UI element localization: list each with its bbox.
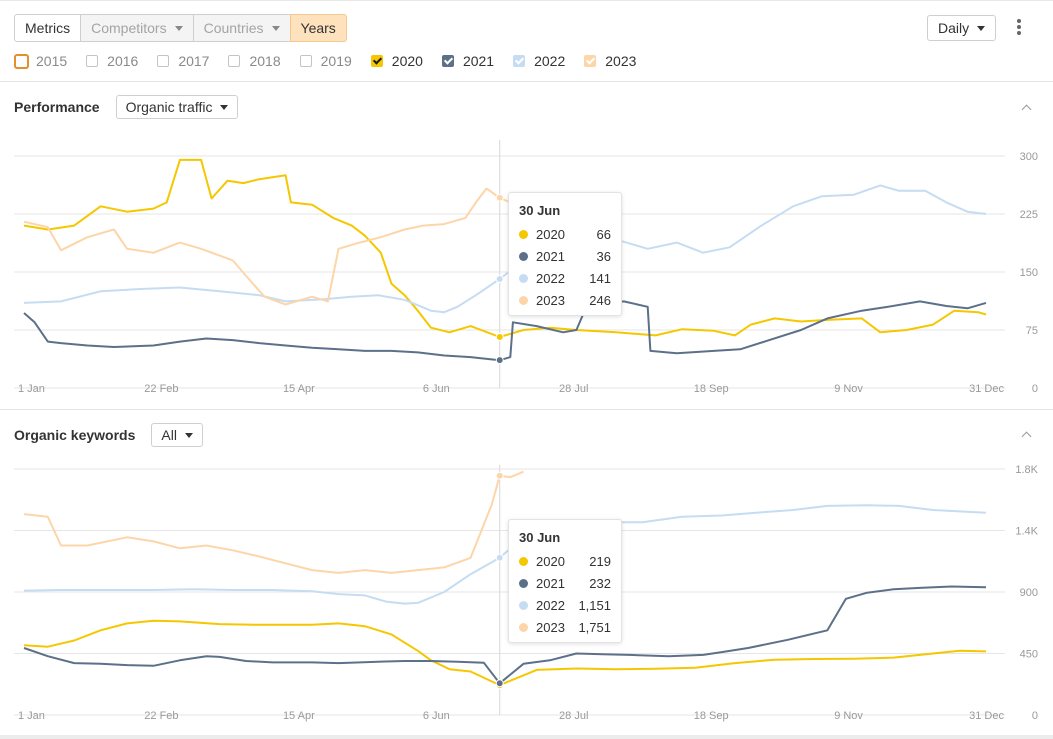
tooltip-row: 2020 66 <box>519 223 611 245</box>
year-checkbox-2018[interactable]: 2018 <box>228 53 281 69</box>
collapse-icon[interactable] <box>1022 430 1032 440</box>
year-checkbox-2016[interactable]: 2016 <box>86 53 138 69</box>
x-tick-label: 6 Jun <box>423 710 450 722</box>
tooltip-row: 2022 1,151 <box>519 594 611 616</box>
tab-metrics[interactable]: Metrics <box>14 14 82 42</box>
hover-marker-2023 <box>495 471 504 480</box>
series-line-2023 <box>23 187 511 306</box>
hover-marker-2022 <box>495 553 504 562</box>
tooltip-row: 2021 36 <box>519 245 611 267</box>
y-tick-label: 900 <box>1020 587 1038 599</box>
x-tick-label: 22 Feb <box>144 383 178 395</box>
view-mode-segmented-control: Metrics Competitors Countries Years <box>14 14 347 42</box>
tooltip-row: 2023 246 <box>519 289 611 311</box>
y-tick-label: 75 <box>1026 325 1038 337</box>
checkbox[interactable] <box>584 55 597 67</box>
checkbox[interactable] <box>513 55 526 67</box>
checkbox[interactable] <box>14 53 29 69</box>
series-line-2022 <box>23 184 987 314</box>
tooltip-row: 2020 219 <box>519 550 611 572</box>
y-tick-label: 1.4K <box>1015 526 1038 538</box>
checkbox[interactable] <box>370 55 383 67</box>
hover-marker-2020 <box>495 332 504 341</box>
tooltip-date: 30 Jun <box>519 203 561 218</box>
x-tick-label: 18 Sep <box>694 710 729 722</box>
x-tick-label: 6 Jun <box>423 383 450 395</box>
chart-tooltip: 30 Jun 2020 66 2021 36 2022 141 2023 246 <box>508 192 622 316</box>
year-checkbox-2023[interactable]: 2023 <box>584 53 636 69</box>
checkbox[interactable] <box>86 55 99 67</box>
x-tick-label: 1 Jan <box>18 710 45 722</box>
checkbox[interactable] <box>228 55 241 67</box>
keywords-header: Organic keywords All <box>14 423 203 447</box>
checkbox[interactable] <box>299 55 312 67</box>
y-tick-label: 0 <box>1032 710 1038 722</box>
chevron-down-icon <box>220 104 229 110</box>
hover-marker-2023 <box>495 193 504 202</box>
chart-tooltip: 30 Jun 2020 219 2021 232 2022 1,151 2023 1,7… <box>508 519 622 643</box>
x-tick-label: 1 Jan <box>18 383 45 395</box>
y-tick-label: 450 <box>1020 649 1038 661</box>
y-tick-label: 1.8K <box>1015 464 1038 476</box>
series-line-2020 <box>23 619 987 687</box>
x-tick-label: 31 Dec <box>969 710 1004 722</box>
y-tick-label: 300 <box>1020 151 1038 163</box>
x-tick-label: 15 Apr <box>283 383 315 395</box>
hover-marker-2021 <box>495 356 504 365</box>
tab-years[interactable]: Years <box>289 14 347 42</box>
page-bottom-edge <box>0 735 1053 739</box>
year-checkbox-2022[interactable]: 2022 <box>513 53 565 69</box>
chevron-down-icon <box>174 25 183 31</box>
series-line-2020 <box>23 158 987 338</box>
tab-competitors[interactable]: Competitors <box>80 14 194 42</box>
y-tick-label: 150 <box>1020 267 1038 279</box>
metric-dropdown[interactable]: Organic traffic <box>115 95 239 119</box>
year-checkbox-2015[interactable]: 2015 <box>14 53 67 69</box>
interval-dropdown[interactable]: Daily <box>927 15 997 41</box>
x-tick-label: 18 Sep <box>694 383 729 395</box>
chevron-down-icon <box>977 25 986 31</box>
x-tick-label: 9 Nov <box>834 710 863 722</box>
checkbox[interactable] <box>441 55 454 67</box>
year-checkbox-2021[interactable]: 2021 <box>441 53 494 69</box>
tooltip-row: 2022 141 <box>519 267 611 289</box>
y-tick-label: 225 <box>1020 209 1038 221</box>
section-divider <box>0 409 1053 410</box>
tooltip-row: 2021 232 <box>519 572 611 594</box>
checkbox[interactable] <box>157 55 170 67</box>
series-line-2021 <box>23 585 987 685</box>
section-title: Organic keywords <box>14 427 136 443</box>
year-checkbox-2017[interactable]: 2017 <box>157 53 209 69</box>
series-line-2022 <box>23 504 987 605</box>
year-checkbox-list: 2015 2016 2017 2018 2019 2020 2021 2022 … <box>14 53 655 69</box>
more-options-icon[interactable] <box>1016 19 1022 37</box>
y-tick-label: 0 <box>1032 383 1038 395</box>
top-toolbar: Metrics Competitors Countries Years Dail… <box>0 0 1053 82</box>
hover-marker-2021 <box>495 679 504 688</box>
x-tick-label: 9 Nov <box>834 383 863 395</box>
keyword-filter-dropdown[interactable]: All <box>151 423 203 447</box>
performance-header: Performance Organic traffic <box>14 95 239 119</box>
collapse-icon[interactable] <box>1022 103 1032 113</box>
series-line-2023 <box>23 470 524 574</box>
tooltip-date: 30 Jun <box>519 530 561 545</box>
chevron-down-icon <box>271 25 280 31</box>
year-checkbox-2019[interactable]: 2019 <box>299 53 352 69</box>
section-title: Performance <box>14 99 100 115</box>
chevron-down-icon <box>184 432 193 438</box>
tooltip-row: 2023 1,751 <box>519 616 611 638</box>
x-tick-label: 28 Jul <box>559 383 588 395</box>
x-tick-label: 22 Feb <box>144 710 178 722</box>
x-tick-label: 28 Jul <box>559 710 588 722</box>
hover-marker-2022 <box>495 274 504 283</box>
x-tick-label: 15 Apr <box>283 710 315 722</box>
tab-countries[interactable]: Countries <box>192 14 291 42</box>
x-tick-label: 31 Dec <box>969 383 1004 395</box>
year-checkbox-2020[interactable]: 2020 <box>370 53 423 69</box>
